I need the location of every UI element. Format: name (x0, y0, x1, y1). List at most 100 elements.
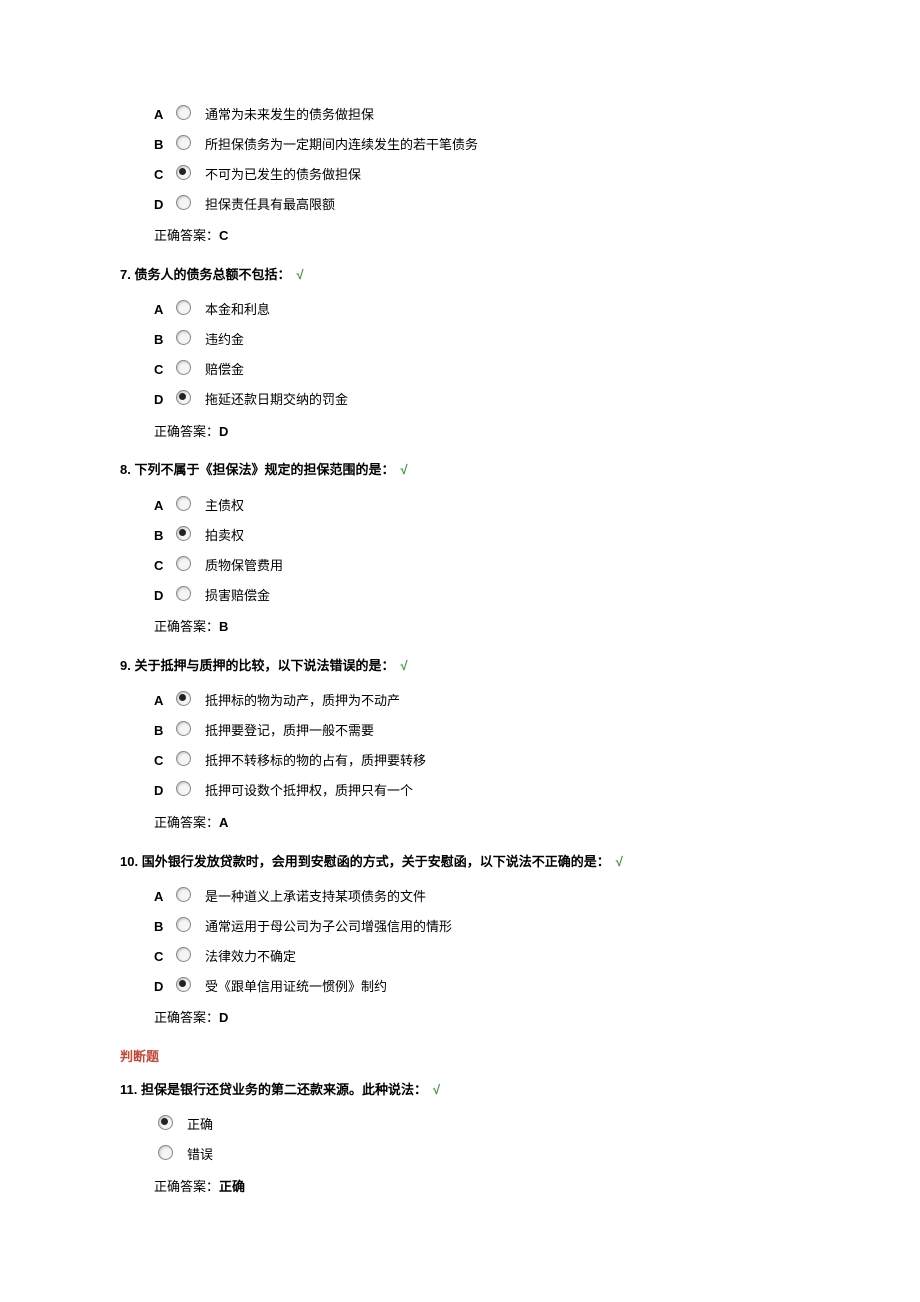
option-letter: D (154, 195, 172, 216)
option-text: 本金和利息 (205, 300, 820, 321)
option-text: 法律效力不确定 (205, 947, 820, 968)
option-letter: B (154, 526, 172, 547)
option-text: 赔偿金 (205, 360, 820, 381)
answer-value: D (219, 424, 228, 439)
radio-button[interactable] (158, 1145, 173, 1160)
question: 10. 国外银行发放贷款时，会用到安慰函的方式，关于安慰函，以下说法不正确的是：… (120, 852, 820, 1034)
question-text: 担保是银行还贷业务的第二还款来源。此种说法： (141, 1082, 427, 1097)
option-text: 是一种道义上承诺支持某项债务的文件 (205, 887, 820, 908)
option-row: B 通常运用于母公司为子公司增强信用的情形 (120, 912, 820, 942)
radio-button[interactable] (176, 165, 191, 180)
option-letter: A (154, 105, 172, 126)
radio-button[interactable] (176, 691, 191, 706)
option-text: 正确 (187, 1115, 820, 1136)
radio-button[interactable] (176, 300, 191, 315)
option-letter: D (154, 781, 172, 802)
option-letter: A (154, 496, 172, 517)
correct-check-icon: √ (400, 462, 407, 477)
radio-button[interactable] (176, 390, 191, 405)
option-text: 抵押可设数个抵押权，质押只有一个 (205, 781, 820, 802)
option-row: C 不可为已发生的债务做担保 (120, 160, 820, 190)
radio-button[interactable] (176, 556, 191, 571)
question-stem: 9. 关于抵押与质押的比较，以下说法错误的是：√ (120, 656, 820, 677)
option-text: 受《跟单信用证统一惯例》制约 (205, 977, 820, 998)
radio-button[interactable] (176, 586, 191, 601)
answer-label: 正确答案： (154, 619, 219, 634)
radio-button[interactable] (176, 917, 191, 932)
answer-line: 正确答案：B (120, 613, 820, 642)
question: A通常为未来发生的债务做担保B所担保债务为一定期间内连续发生的若干笔债务C不可为… (120, 100, 820, 251)
answer-line: 正确答案：A (120, 809, 820, 838)
option-row: B拍卖权 (120, 521, 820, 551)
option-row: A主债权 (120, 491, 820, 521)
radio-button[interactable] (176, 496, 191, 511)
option-row: A 本金和利息 (120, 296, 820, 326)
option-letter: C (154, 947, 172, 968)
question-number: 10. (120, 854, 142, 869)
question-text: 国外银行发放贷款时，会用到安慰函的方式，关于安慰函，以下说法不正确的是： (142, 854, 610, 869)
radio-button[interactable] (176, 977, 191, 992)
option-letter: C (154, 165, 172, 186)
answer-line: 正确答案：C (120, 222, 820, 251)
option-letter: A (154, 887, 172, 908)
radio-button[interactable] (176, 781, 191, 796)
answer-value: C (219, 228, 228, 243)
radio-button[interactable] (176, 947, 191, 962)
option-row: C质物保管费用 (120, 551, 820, 581)
answer-line: 正确答案：D (120, 1004, 820, 1033)
option-row: D拖延还款日期交纳的罚金 (120, 386, 820, 416)
option-row: C 赔偿金 (120, 356, 820, 386)
option-text: 错误 (187, 1145, 820, 1166)
option-row: C 法律效力不确定 (120, 942, 820, 972)
radio-button[interactable] (176, 195, 191, 210)
option-letter: D (154, 586, 172, 607)
radio-button[interactable] (176, 360, 191, 375)
option-row: A 是一种道义上承诺支持某项债务的文件 (120, 882, 820, 912)
option-row: D 受《跟单信用证统一惯例》制约 (120, 972, 820, 1002)
question-stem: 10. 国外银行发放贷款时，会用到安慰函的方式，关于安慰函，以下说法不正确的是：… (120, 852, 820, 873)
radio-button[interactable] (176, 887, 191, 902)
radio-button[interactable] (176, 526, 191, 541)
correct-check-icon: √ (296, 267, 303, 282)
question-text: 债务人的债务总额不包括： (134, 267, 290, 282)
radio-button[interactable] (158, 1115, 173, 1130)
option-text: 拖延还款日期交纳的罚金 (205, 390, 820, 411)
answer-value: 正确 (219, 1179, 245, 1194)
correct-check-icon: √ (400, 658, 407, 673)
question-number: 7. (120, 267, 134, 282)
option-row: A抵押标的物为动产，质押为不动产 (120, 687, 820, 717)
answer-label: 正确答案： (154, 228, 219, 243)
question: 7. 债务人的债务总额不包括：√A本金和利息B违约金C赔偿金D拖延还款日期交纳的… (120, 265, 820, 447)
option-text: 通常运用于母公司为子公司增强信用的情形 (205, 917, 820, 938)
radio-button[interactable] (176, 330, 191, 345)
option-letter: A (154, 300, 172, 321)
answer-value: D (219, 1010, 228, 1025)
answer-value: B (219, 619, 228, 634)
option-letter: D (154, 977, 172, 998)
option-text: 不可为已发生的债务做担保 (205, 165, 820, 186)
option-letter: A (154, 691, 172, 712)
option-row: B抵押要登记，质押一般不需要 (120, 717, 820, 747)
radio-button[interactable] (176, 135, 191, 150)
option-letter: C (154, 360, 172, 381)
option-row: D损害赔偿金 (120, 581, 820, 611)
question-number: 11. (120, 1082, 141, 1097)
option-letter: B (154, 917, 172, 938)
question: 11. 担保是银行还贷业务的第二还款来源。此种说法：√正确错误正确答案：正确 (120, 1080, 820, 1202)
option-row: D 抵押可设数个抵押权，质押只有一个 (120, 777, 820, 807)
answer-label: 正确答案： (154, 815, 219, 830)
radio-button[interactable] (176, 751, 191, 766)
question-text: 下列不属于《担保法》规定的担保范围的是： (134, 462, 394, 477)
radio-button[interactable] (176, 721, 191, 736)
question-stem: 7. 债务人的债务总额不包括： √ (120, 265, 820, 286)
radio-button[interactable] (176, 105, 191, 120)
answer-label: 正确答案： (154, 1179, 219, 1194)
answer-label: 正确答案： (154, 1010, 219, 1025)
option-letter: C (154, 556, 172, 577)
option-text: 所担保债务为一定期间内连续发生的若干笔债务 (205, 135, 820, 156)
option-text: 抵押要登记，质押一般不需要 (205, 721, 820, 742)
correct-check-icon: √ (433, 1082, 440, 1097)
option-row: B违约金 (120, 326, 820, 356)
answer-value: A (219, 815, 228, 830)
answer-line: 正确答案：正确 (120, 1173, 820, 1202)
